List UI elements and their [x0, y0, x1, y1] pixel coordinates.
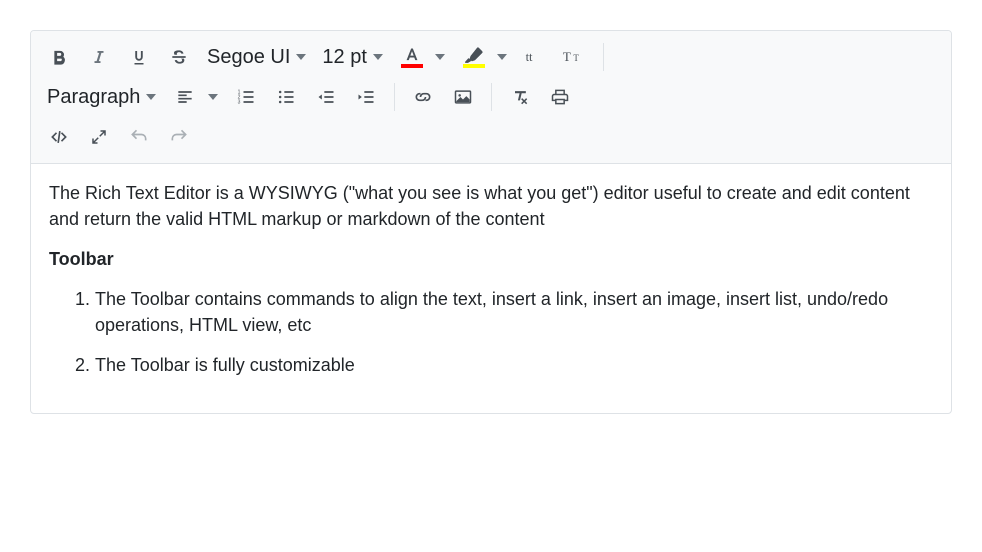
link-icon [413, 87, 433, 107]
list-item[interactable]: The Toolbar contains commands to align t… [95, 286, 933, 338]
separator [394, 83, 395, 111]
redo-icon [169, 127, 189, 147]
svg-text:3: 3 [238, 100, 241, 106]
italic-icon [90, 48, 108, 66]
link-button[interactable] [403, 77, 443, 117]
alignment-button[interactable] [168, 77, 202, 117]
bold-icon [50, 48, 68, 66]
font-size-dropdown[interactable]: 12 pt [314, 37, 390, 77]
font-family-dropdown[interactable]: Segoe UI [199, 37, 314, 77]
fullscreen-button[interactable] [79, 117, 119, 157]
undo-button[interactable] [119, 117, 159, 157]
lowercase-button[interactable]: tt [515, 37, 555, 77]
separator [603, 43, 604, 71]
chevron-down-icon [373, 54, 383, 60]
intro-paragraph[interactable]: The Rich Text Editor is a WYSIWYG ("what… [49, 180, 933, 232]
separator [491, 83, 492, 111]
print-icon [550, 87, 570, 107]
image-icon [453, 87, 473, 107]
undo-icon [129, 127, 149, 147]
chevron-down-icon [497, 54, 507, 60]
font-size-label: 12 pt [322, 46, 366, 69]
list-item[interactable]: The Toolbar is fully customizable [95, 352, 933, 378]
font-color-dropdown[interactable] [431, 37, 449, 77]
uppercase-icon: TT [562, 47, 588, 67]
strikethrough-button[interactable] [159, 37, 199, 77]
code-icon [48, 127, 70, 147]
svg-text:tt: tt [525, 50, 532, 64]
image-button[interactable] [443, 77, 483, 117]
indent-icon [356, 87, 376, 107]
clear-format-button[interactable] [500, 77, 540, 117]
unordered-list-button[interactable] [266, 77, 306, 117]
lowercase-icon: tt [524, 47, 546, 67]
indent-button[interactable] [346, 77, 386, 117]
clear-format-icon [510, 87, 530, 107]
fullscreen-icon [90, 128, 108, 146]
chevron-down-icon [296, 54, 306, 60]
format-block-dropdown[interactable]: Paragraph [39, 77, 164, 117]
print-button[interactable] [540, 77, 580, 117]
font-family-label: Segoe UI [207, 46, 290, 69]
bold-button[interactable] [39, 37, 79, 77]
toolbar-info-list[interactable]: The Toolbar contains commands to align t… [49, 286, 933, 378]
strikethrough-icon [169, 47, 189, 67]
source-code-button[interactable] [39, 117, 79, 157]
svg-text:T: T [563, 49, 571, 64]
section-heading[interactable]: Toolbar [49, 249, 114, 269]
format-block-label: Paragraph [47, 86, 140, 109]
toolbar: Segoe UI 12 pt tt [31, 31, 951, 164]
svg-text:T: T [573, 53, 579, 63]
underline-icon [130, 48, 148, 66]
chevron-down-icon [146, 94, 156, 100]
ordered-list-icon: 123 [236, 87, 256, 107]
outdent-icon [316, 87, 336, 107]
unordered-list-icon [276, 87, 296, 107]
alignment-dropdown[interactable] [204, 77, 222, 117]
align-left-icon [175, 87, 195, 107]
chevron-down-icon [435, 54, 445, 60]
highlight-color-button[interactable] [457, 37, 491, 77]
editor-content[interactable]: The Rich Text Editor is a WYSIWYG ("what… [31, 164, 951, 413]
uppercase-button[interactable]: TT [555, 37, 595, 77]
outdent-button[interactable] [306, 77, 346, 117]
font-color-swatch [401, 64, 423, 68]
rich-text-editor: Segoe UI 12 pt tt [30, 30, 952, 414]
italic-button[interactable] [79, 37, 119, 77]
font-color-icon [402, 46, 422, 66]
highlight-color-dropdown[interactable] [493, 37, 511, 77]
ordered-list-button[interactable]: 123 [226, 77, 266, 117]
chevron-down-icon [208, 94, 218, 100]
font-color-button[interactable] [395, 37, 429, 77]
highlight-icon [464, 46, 484, 66]
highlight-color-swatch [463, 64, 485, 68]
redo-button[interactable] [159, 117, 199, 157]
underline-button[interactable] [119, 37, 159, 77]
